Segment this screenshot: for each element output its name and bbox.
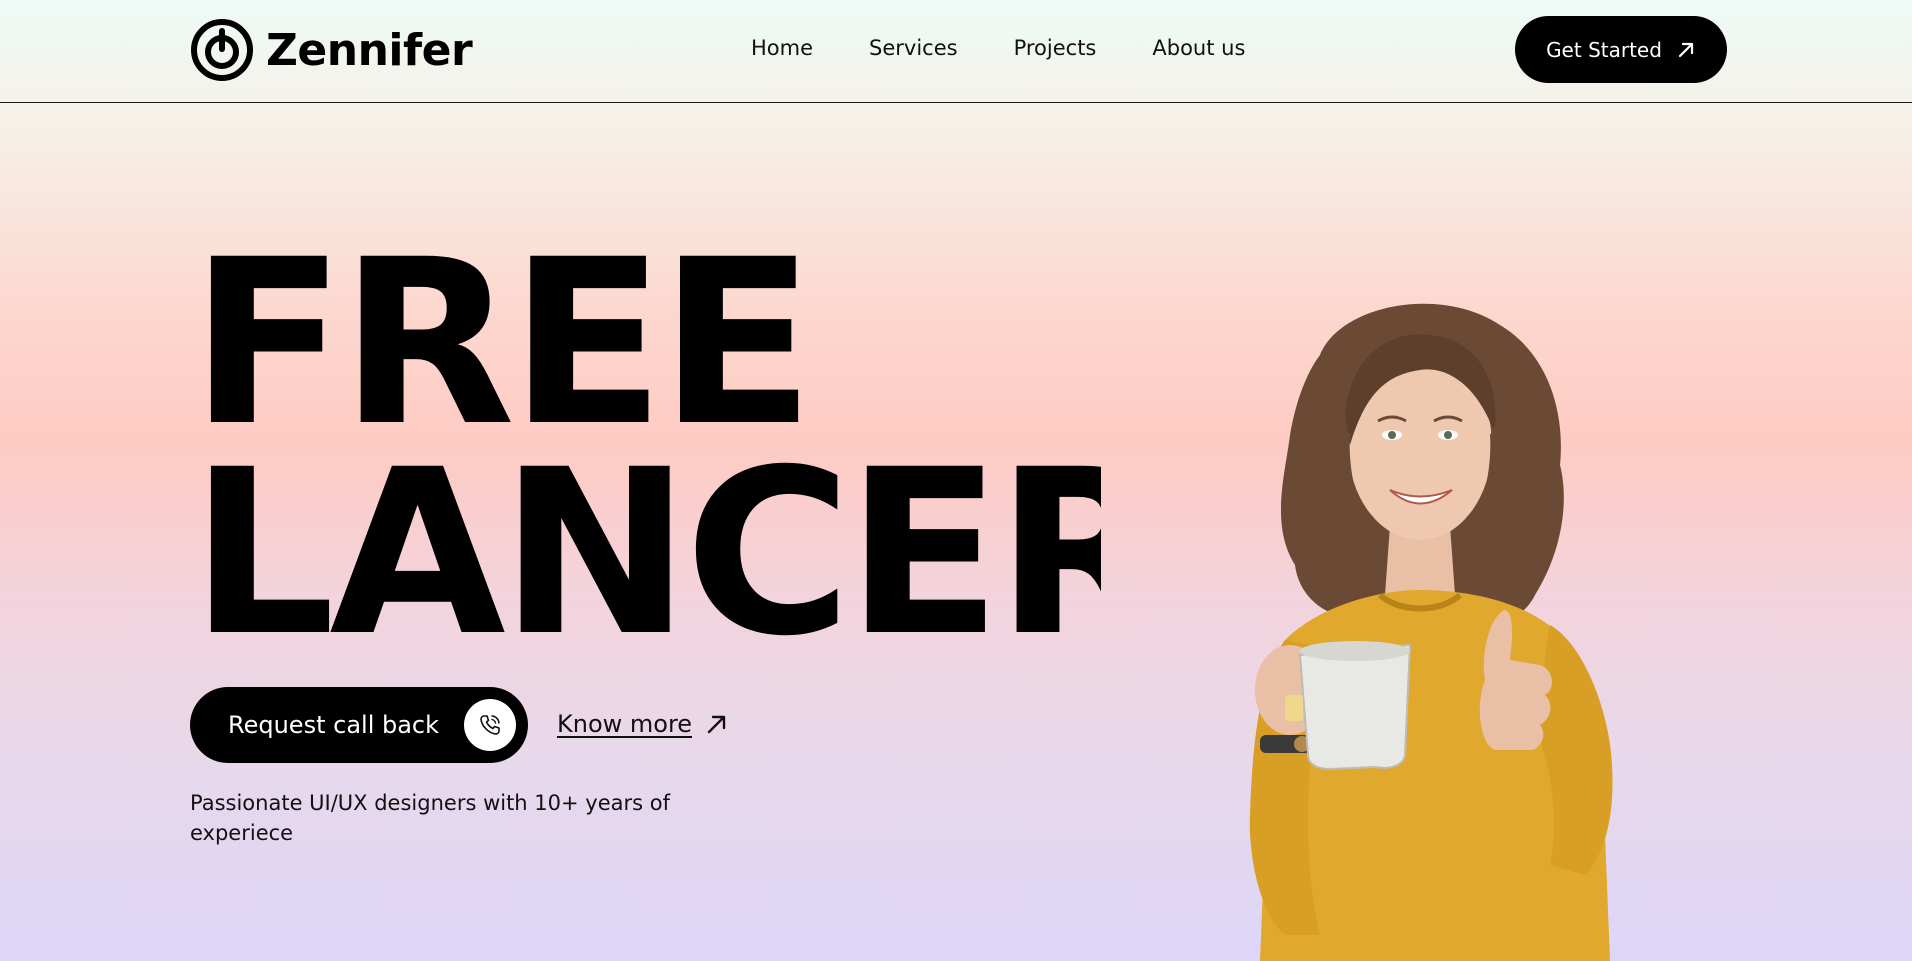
- nav-projects[interactable]: Projects: [1014, 36, 1097, 60]
- brand-logo[interactable]: Zennifer: [190, 17, 473, 83]
- phone-icon: [464, 699, 516, 751]
- hero-title-line-2: LANCER: [190, 420, 1101, 658]
- know-more-link[interactable]: Know more: [557, 710, 730, 738]
- arrow-up-right-icon: [1678, 42, 1694, 57]
- hero-portrait-image: [1249, 303, 1613, 961]
- nav-home[interactable]: Home: [751, 36, 813, 60]
- request-call-back-label: Request call back: [228, 711, 440, 739]
- get-started-button[interactable]: Get Started: [1515, 16, 1727, 83]
- brand-name: Zennifer: [266, 24, 473, 76]
- site-header: Zennifer Home Services Projects About us…: [0, 0, 1912, 103]
- request-call-back-button[interactable]: Request call back: [190, 687, 528, 763]
- hero-tagline: Passionate UI/UX designers with 10+ year…: [190, 791, 670, 845]
- hero-title: FREE LANCER: [190, 238, 1101, 658]
- get-started-label: Get Started: [1546, 37, 1662, 62]
- nav-about-us[interactable]: About us: [1152, 36, 1245, 60]
- arrow-up-right-icon: [707, 715, 726, 734]
- zennifer-logo-icon: [191, 19, 253, 81]
- hero-title-line-1: FREE: [190, 238, 815, 476]
- hero-title-wrapper: FREE LANCER: [190, 238, 1101, 658]
- main-nav: Home Services Projects About us: [751, 36, 1301, 60]
- know-more-label: Know more: [557, 710, 693, 738]
- nav-services[interactable]: Services: [869, 36, 958, 60]
